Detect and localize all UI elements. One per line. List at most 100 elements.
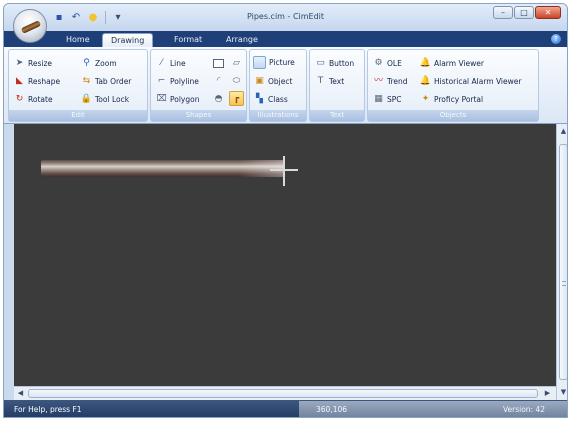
reshape-icon: ◣ [16, 76, 23, 86]
tab-arrange[interactable]: Arrange [218, 33, 266, 47]
rectangle-icon [213, 59, 224, 68]
version-label: Version: 42 [502, 405, 545, 414]
pie-icon: ◓ [214, 94, 223, 104]
button-icon: ▭ [316, 58, 325, 68]
magnifier-icon: ⚲ [83, 58, 90, 68]
vertical-scroll-thumb[interactable] [559, 144, 567, 380]
minimize-button[interactable]: – [493, 6, 513, 19]
rotate-button[interactable]: ↻ Rotate [14, 92, 53, 107]
scroll-down-icon[interactable]: ▼ [559, 388, 567, 397]
tab-home[interactable]: Home [58, 33, 98, 47]
arc-button[interactable]: ◜ [213, 74, 224, 89]
rounded-rect-button[interactable]: ▱ [231, 56, 242, 71]
app-logo-icon [20, 20, 42, 34]
pie-button[interactable]: ◓ [213, 92, 224, 107]
canvas-frame [4, 124, 14, 400]
title-bar: ▪ ↶ ● ▾ Pipes.cim - CimEdit – □ ✕ [4, 4, 567, 31]
proficy-portal-label: Proficy Portal [434, 95, 484, 104]
horizontal-scroll-thumb[interactable] [28, 389, 538, 398]
illustrations-group: Picture ▣ Object ▚ Class Illustrations [249, 49, 307, 122]
polygon-icon: ⌧ [156, 94, 167, 104]
class-label: Class [268, 95, 288, 104]
line-button[interactable]: ⁄ Line [156, 56, 186, 71]
cursor-coordinates: 360,106 [316, 405, 348, 414]
reshape-button[interactable]: ◣ Reshape [14, 74, 60, 89]
tab-order-label: Tab Order [95, 77, 132, 86]
object-button[interactable]: ▣ Object [254, 74, 292, 89]
proficy-portal-button[interactable]: ✦ Proficy Portal [420, 92, 483, 107]
alarm-viewer-button[interactable]: 🔔 Alarm Viewer [420, 56, 484, 71]
scroll-up-icon[interactable]: ▲ [559, 127, 567, 136]
ellipse-icon: ⬭ [232, 76, 241, 86]
objects-group: ⚙ OLE 〰 Trend ▦ SPC 🔔 Alarm Viewer 🔔 His… [367, 49, 539, 122]
scroll-left-icon[interactable]: ◀ [16, 389, 25, 398]
objects-group-label: Objects [368, 110, 538, 121]
window-controls: – □ ✕ [493, 6, 561, 19]
close-button[interactable]: ✕ [535, 6, 561, 19]
tab-order-button[interactable]: ⇆ Tab Order [81, 74, 132, 89]
polyline-icon: ⌐ [157, 76, 166, 86]
tab-drawing[interactable]: Drawing [102, 33, 154, 47]
historical-alarm-viewer-label: Historical Alarm Viewer [434, 77, 522, 86]
status-help-text: For Help, press F1 [14, 405, 82, 414]
polygon-button[interactable]: ⌧ Polygon [156, 92, 199, 107]
arrow-pointer-icon: ➤ [15, 58, 24, 68]
spc-button[interactable]: ▦ SPC [373, 92, 402, 107]
ole-label: OLE [387, 59, 402, 68]
resize-button[interactable]: ➤ Resize [14, 56, 52, 71]
object-icon: ▣ [255, 76, 264, 86]
window-title: Pipes.cim - CimEdit [246, 12, 325, 21]
tab-format[interactable]: Format [166, 33, 210, 47]
text-tool[interactable]: T Text [315, 74, 344, 89]
historical-alarm-viewer-button[interactable]: 🔔 Historical Alarm Viewer [420, 74, 522, 89]
rectangle-button[interactable] [213, 56, 224, 71]
object-label: Object [268, 77, 293, 86]
help-icon[interactable]: ? [551, 34, 561, 44]
status-bar: For Help, press F1 360,106 Version: 42 [4, 400, 567, 417]
picture-label: Picture [269, 58, 295, 67]
tool-lock-button[interactable]: 🔒 Tool Lock [81, 92, 129, 107]
app-menu-button[interactable] [13, 9, 47, 43]
trend-button[interactable]: 〰 Trend [373, 74, 408, 89]
maximize-button[interactable]: □ [514, 6, 534, 19]
reshape-label: Reshape [28, 77, 61, 86]
text-group-label: Text [310, 110, 364, 121]
zoom-label: Zoom [95, 59, 117, 68]
ellipse-button[interactable]: ⬭ [231, 74, 242, 89]
spc-label: SPC [387, 95, 402, 104]
class-button[interactable]: ▚ Class [254, 92, 288, 107]
app-window: ▪ ↶ ● ▾ Pipes.cim - CimEdit – □ ✕ Home D… [3, 3, 568, 418]
alarm-viewer-label: Alarm Viewer [434, 59, 484, 68]
shapes-group: ⁄ Line ⌐ Polyline ⌧ Polygon ▱ ◜ ⬭ ◓ ┏ Sh… [150, 49, 247, 122]
polygon-label: Polygon [170, 95, 200, 104]
polyline-button[interactable]: ⌐ Polyline [156, 74, 199, 89]
button-tool[interactable]: ▭ Button [315, 56, 354, 71]
lock-icon: 🔒 [80, 94, 93, 104]
ole-button[interactable]: ⚙ OLE [373, 56, 402, 71]
illustrations-group-label: Illustrations [250, 110, 306, 121]
text-group: ▭ Button T Text Text [309, 49, 365, 122]
ribbon: ➤ Resize ⚲ Zoom ◣ Reshape ⇆ Tab Order ↻ … [4, 47, 567, 124]
alarm-bell-icon: 🔔 [419, 58, 432, 68]
zoom-button[interactable]: ⚲ Zoom [81, 56, 117, 71]
picture-button[interactable]: Picture [253, 55, 295, 70]
pipe-button[interactable]: ┏ [229, 91, 244, 106]
status-info-panel: 360,106 Version: 42 [299, 401, 567, 417]
text-icon: T [317, 76, 324, 86]
drawing-canvas[interactable] [14, 124, 556, 400]
pipe-icon: ┏ [229, 91, 244, 106]
text-tool-label: Text [329, 77, 345, 86]
rotate-label: Rotate [28, 95, 53, 104]
edit-group: ➤ Resize ⚲ Zoom ◣ Reshape ⇆ Tab Order ↻ … [8, 49, 148, 122]
button-tool-label: Button [329, 59, 355, 68]
arc-icon: ◜ [216, 76, 221, 86]
trend-label: Trend [387, 77, 408, 86]
vertical-scrollbar[interactable]: ▲ ▼ [556, 124, 567, 400]
tab-order-icon: ⇆ [82, 76, 91, 86]
horizontal-scrollbar[interactable]: ◀ ▶ [14, 386, 556, 400]
class-icon: ▚ [256, 94, 263, 104]
tool-lock-label: Tool Lock [95, 95, 130, 104]
edit-group-label: Edit [9, 110, 147, 121]
scroll-grip-icon [562, 281, 566, 286]
scroll-right-icon[interactable]: ▶ [543, 389, 552, 398]
